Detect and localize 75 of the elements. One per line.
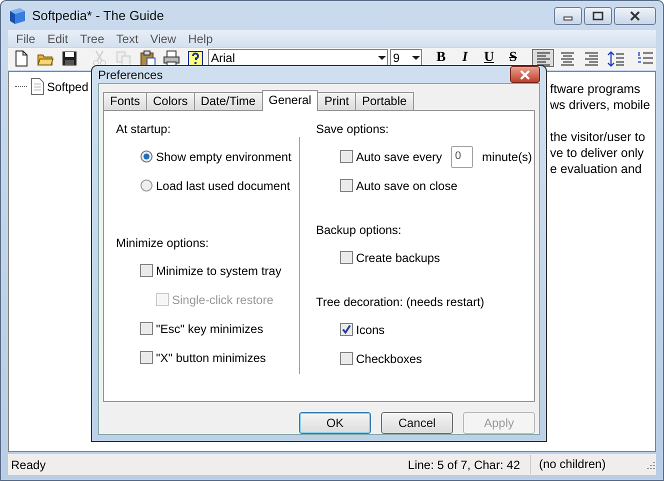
menu-item[interactable]: File bbox=[10, 32, 42, 46]
dropdown-arrow-icon bbox=[377, 55, 387, 61]
option-label: "Esc" key minimizes bbox=[156, 322, 264, 337]
unit-label: minute(s) bbox=[482, 150, 532, 165]
option-label: Auto save on close bbox=[356, 179, 458, 194]
menu-item[interactable]: Help bbox=[182, 32, 219, 46]
scissors-icon bbox=[90, 50, 108, 66]
checkbox[interactable] bbox=[340, 179, 353, 192]
dialog-title: Preferences bbox=[98, 68, 163, 82]
section-heading: Backup options: bbox=[316, 223, 402, 239]
checkbox[interactable] bbox=[140, 264, 153, 277]
checkbox[interactable] bbox=[140, 322, 153, 335]
option-label: Single-click restore bbox=[172, 293, 274, 308]
section-heading: Minimize options: bbox=[116, 236, 210, 252]
close-button[interactable] bbox=[510, 66, 540, 83]
menu-item[interactable]: View bbox=[144, 32, 182, 46]
option-label: Load last used document bbox=[156, 179, 290, 194]
format-button[interactable]: B bbox=[430, 49, 452, 67]
option-label: Checkboxes bbox=[356, 352, 422, 367]
text-line: ws drivers, mobile bbox=[550, 98, 650, 112]
tab[interactable]: Date/Time bbox=[194, 92, 263, 110]
align-left-button[interactable] bbox=[532, 49, 554, 67]
checkbox[interactable] bbox=[140, 351, 153, 364]
section-heading: At startup: bbox=[116, 122, 172, 138]
dialog-button[interactable]: Cancel bbox=[381, 412, 453, 434]
tab[interactable]: Fonts bbox=[103, 92, 148, 110]
text-line: the visitor/user to bbox=[550, 130, 646, 144]
tab[interactable]: General bbox=[262, 90, 318, 111]
checkbox[interactable] bbox=[340, 323, 353, 336]
text-line: ve to deliver only bbox=[550, 146, 644, 160]
tab[interactable]: Print bbox=[317, 92, 356, 110]
format-button[interactable]: I bbox=[454, 49, 476, 67]
tab[interactable]: Colors bbox=[146, 92, 195, 110]
format-button[interactable]: S bbox=[502, 49, 524, 67]
section-heading: Tree decoration: (needs restart) bbox=[316, 295, 486, 311]
maximize-button[interactable] bbox=[584, 6, 612, 24]
option-label: Create backups bbox=[356, 251, 440, 266]
option-label: Show empty environment bbox=[156, 150, 292, 165]
checkbox[interactable] bbox=[340, 251, 353, 264]
menu-item[interactable]: Text bbox=[110, 32, 144, 46]
close-icon bbox=[629, 10, 641, 20]
option-label: Minimize to system tray bbox=[156, 264, 282, 279]
status-message: Ready bbox=[10, 458, 47, 472]
line-spacing-icon bbox=[606, 50, 624, 66]
cursor-position: Line: 5 of 7, Char: 42 bbox=[406, 458, 521, 472]
menu-item[interactable]: Tree bbox=[74, 32, 110, 46]
maximize-icon bbox=[592, 10, 604, 20]
option-label: Icons bbox=[356, 323, 385, 338]
radio-button[interactable] bbox=[140, 150, 153, 163]
align-right-icon bbox=[582, 50, 600, 66]
align-center-icon bbox=[558, 50, 576, 66]
text-line: ftware programs bbox=[550, 82, 640, 96]
option-label: Auto save every bbox=[356, 150, 442, 165]
dialog-button[interactable]: OK bbox=[299, 412, 371, 434]
number-field[interactable]: 0 bbox=[451, 146, 474, 168]
option-label: "X" button minimizes bbox=[156, 351, 266, 366]
close-button[interactable] bbox=[614, 6, 656, 24]
format-button[interactable]: U bbox=[478, 49, 500, 67]
dropdown-arrow-icon bbox=[411, 55, 421, 61]
document-icon bbox=[30, 78, 44, 95]
text-line: e evaluation and bbox=[550, 162, 642, 176]
checkbox[interactable] bbox=[340, 150, 353, 163]
help-icon bbox=[186, 50, 204, 66]
tree-node[interactable]: Softped bbox=[47, 80, 88, 94]
align-left-icon bbox=[534, 50, 552, 66]
radio-button[interactable] bbox=[140, 179, 153, 192]
section-heading: Save options: bbox=[316, 122, 390, 138]
close-icon bbox=[519, 70, 531, 80]
window-title: Softpedia* - The Guide bbox=[32, 8, 164, 23]
minimize-button[interactable] bbox=[554, 6, 582, 24]
checkbox[interactable] bbox=[340, 352, 353, 365]
tab[interactable]: Portable bbox=[355, 92, 414, 110]
status-info: (no children) bbox=[530, 455, 644, 474]
menu-item[interactable]: Edit bbox=[41, 32, 74, 46]
numbered-list-icon bbox=[636, 50, 654, 66]
